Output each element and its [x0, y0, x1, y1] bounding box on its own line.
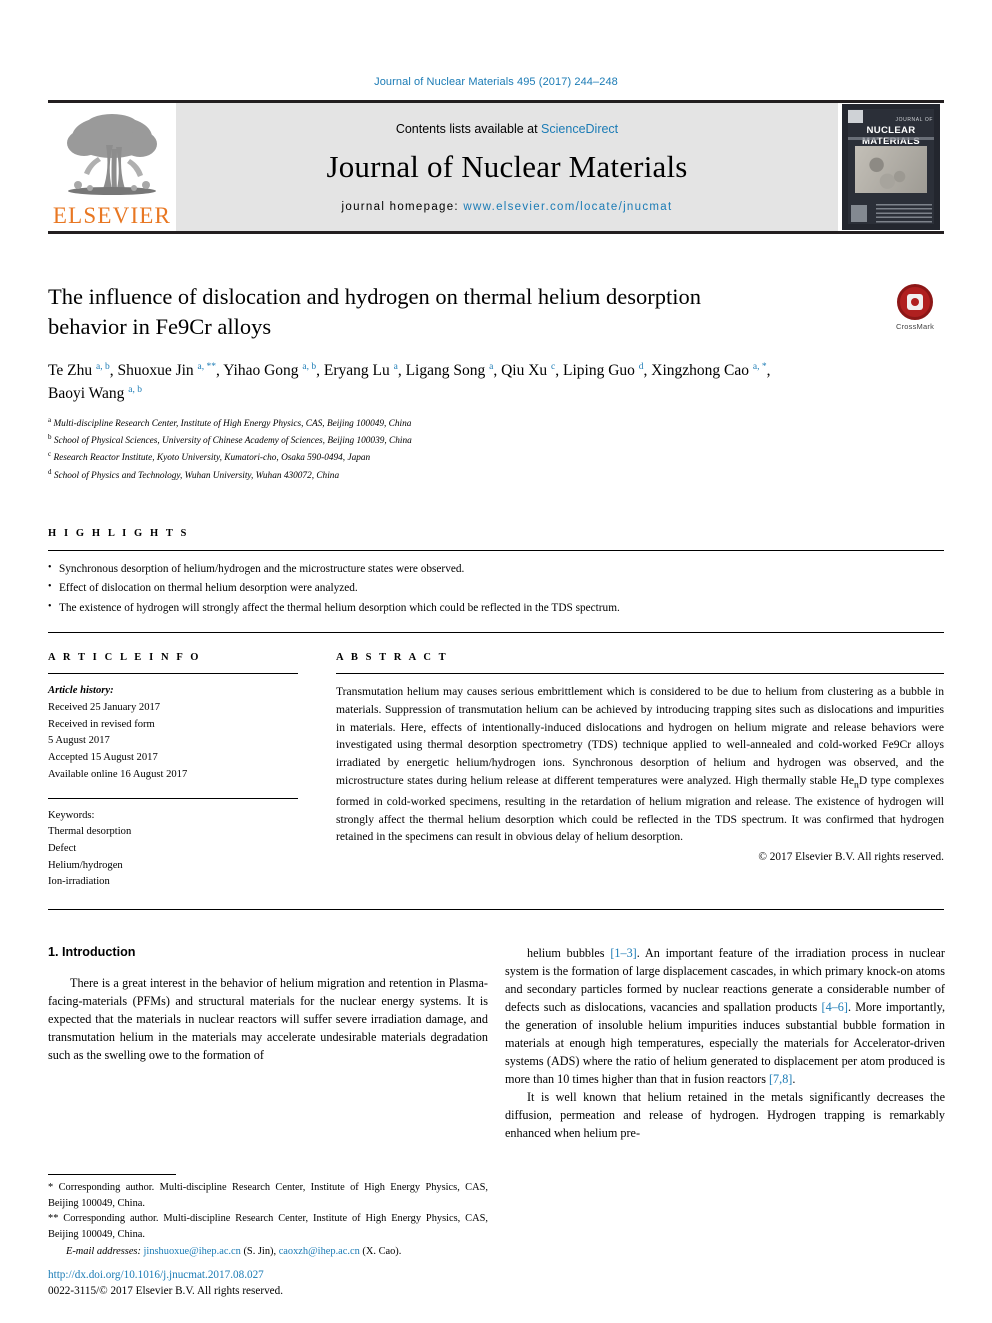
history-line: 5 August 2017 — [48, 735, 110, 747]
affiliation-item: d School of Physics and Technology, Wuha… — [48, 467, 944, 484]
affiliation-marker: c — [48, 450, 52, 459]
contents-prefix: Contents lists available at — [395, 121, 542, 136]
highlights-bottom-rule — [48, 632, 944, 634]
body-column-left: 1. Introduction There is a great interes… — [48, 945, 488, 1142]
article-info-column: A R T I C L E I N F O Article history: R… — [48, 652, 298, 891]
footnote-rule — [48, 1173, 176, 1175]
running-head: Journal of Nuclear Materials 495 (2017) … — [374, 76, 618, 88]
footnote-emails: E-mail addresses: jinshuoxue@ihep.ac.cn … — [48, 1244, 488, 1260]
journal-title: Journal of Nuclear Materials — [326, 148, 688, 184]
affiliation-marker: d — [48, 467, 52, 476]
highlights-heading: H I G H L I G H T S — [48, 527, 189, 539]
body-column-right: helium bubbles [1–3]. An important featu… — [505, 945, 945, 1142]
elsevier-logo: ELSEVIER — [48, 103, 176, 231]
cover-title: NUCLEAR MATERIALS — [862, 125, 920, 147]
highlights-section: H I G H L I G H T S Synchronous desorpti… — [48, 527, 944, 634]
homepage-label: journal homepage: — [341, 200, 464, 213]
paragraph: There is a great interest in the behavio… — [48, 976, 488, 1062]
contents-available-line: Contents lists available at ScienceDirec… — [396, 122, 618, 136]
affiliation-text: Research Reactor Institute, Kyoto Univer… — [53, 453, 371, 464]
crossmark-icon — [897, 284, 933, 320]
affiliation-marker: a — [48, 415, 52, 424]
email-owner-cao: (X. Cao). — [362, 1246, 402, 1258]
journal-cover-thumbnail: JOURNAL OF NUCLEAR MATERIALS — [838, 103, 944, 231]
email-owner-jin: (S. Jin), — [243, 1246, 277, 1258]
affiliation-marker: b — [48, 433, 52, 442]
body-columns: 1. Introduction There is a great interes… — [48, 945, 945, 1142]
doi-link[interactable]: http://dx.doi.org/10.1016/j.jnucmat.2017… — [48, 1268, 283, 1284]
page-title: The influence of dislocation and hydroge… — [48, 284, 701, 339]
section-title-introduction: 1. Introduction — [48, 945, 136, 960]
list-item: Synchronous desorption of helium/hydroge… — [48, 559, 944, 579]
affiliation-item: c Research Reactor Institute, Kyoto Univ… — [48, 449, 944, 466]
cover-footer-text-block — [876, 204, 932, 223]
footnotes-block: * Corresponding author. Multi-discipline… — [48, 1173, 488, 1260]
affiliation-item: b School of Physical Sciences, Universit… — [48, 432, 944, 449]
abstract-text: Transmutation helium may causes serious … — [336, 685, 944, 844]
abstract-bottom-rule — [48, 909, 944, 911]
cover-publisher-logo-icon — [848, 110, 863, 123]
cover-footer-logo-icon — [851, 205, 867, 222]
email-addresses-label: E-mail addresses: — [66, 1246, 141, 1258]
history-line: Accepted 15 August 2017 — [48, 752, 158, 764]
keywords-block: Keywords: Thermal desorption Defect Heli… — [48, 797, 298, 892]
footnote-corresponding-author-1: * Corresponding author. Multi-discipline… — [48, 1181, 488, 1209]
history-line: Received in revised form — [48, 718, 155, 730]
sciencedirect-link[interactable]: ScienceDirect — [541, 122, 618, 136]
article-history-label: Article history: — [48, 685, 114, 697]
masthead-center: Contents lists available at ScienceDirec… — [176, 103, 838, 231]
affiliation-item: a Multi-discipline Research Center, Inst… — [48, 415, 944, 432]
highlights-rule — [48, 549, 944, 551]
affiliation-text: Multi-discipline Research Center, Instit… — [53, 419, 412, 430]
cover-micrograph-image — [855, 146, 927, 193]
keyword-item: Thermal desorption — [48, 826, 132, 838]
article-info-rule — [48, 673, 298, 675]
paragraph: It is well known that helium retained in… — [505, 1089, 945, 1140]
issn-copyright-line: 0022-3115/© 2017 Elsevier B.V. All right… — [48, 1285, 284, 1298]
elsevier-wordmark: ELSEVIER — [52, 203, 172, 228]
cover-kicker: JOURNAL OF — [895, 117, 933, 123]
footnote-corresponding-author-2: ** Corresponding author. Multi-disciplin… — [48, 1213, 488, 1240]
keyword-item: Helium/hydrogen — [48, 859, 123, 871]
affiliation-text: School of Physics and Technology, Wuhan … — [53, 470, 340, 481]
email-link-jin[interactable]: jinshuoxue@ihep.ac.cn — [144, 1246, 241, 1257]
abstract-rule — [336, 673, 944, 675]
paper-page: Journal of Nuclear Materials 495 (2017) … — [0, 0, 992, 1323]
abstract-heading: A B S T R A C T — [336, 652, 449, 664]
list-item: Effect of dislocation on thermal helium … — [48, 578, 944, 598]
journal-masthead: ELSEVIER Contents lists available at Sci… — [48, 100, 944, 231]
history-line: Available online 16 August 2017 — [48, 768, 188, 780]
elsevier-tree-icon — [60, 111, 164, 203]
paragraph: helium bubbles [1–3]. An important featu… — [505, 946, 945, 1086]
abstract-copyright: © 2017 Elsevier B.V. All rights reserved… — [758, 851, 944, 864]
keyword-item: Defect — [48, 843, 77, 855]
keywords-label: Keywords: — [48, 809, 95, 821]
journal-homepage-line: journal homepage: www.elsevier.com/locat… — [342, 201, 673, 213]
crossmark-badge[interactable]: CrossMark — [886, 284, 944, 331]
info-abstract-row: A R T I C L E I N F O Article history: R… — [48, 652, 944, 891]
author-list: Te Zhu a, b, Shuoxue Jin a, **, Yihao Go… — [48, 361, 771, 403]
article-info-heading: A R T I C L E I N F O — [48, 652, 202, 664]
history-line: Received 25 January 2017 — [48, 701, 161, 713]
masthead-bottom-rule — [48, 231, 944, 234]
title-row: The influence of dislocation and hydroge… — [48, 282, 944, 342]
affiliation-text: School of Physical Sciences, University … — [53, 436, 412, 447]
homepage-url-link[interactable]: www.elsevier.com/locate/jnucmat — [463, 201, 672, 213]
crossmark-label: CrossMark — [895, 322, 935, 331]
abstract-column: A B S T R A C T Transmutation helium may… — [336, 652, 944, 891]
affiliation-list: a Multi-discipline Research Center, Inst… — [48, 415, 944, 484]
list-item: The existence of hydrogen will strongly … — [48, 598, 944, 618]
article-history-block: Article history: Received 25 January 201… — [48, 683, 298, 783]
keyword-item: Ion-irradiation — [48, 876, 110, 888]
email-link-cao[interactable]: caoxzh@ihep.ac.cn — [279, 1246, 360, 1257]
doi-block: http://dx.doi.org/10.1016/j.jnucmat.2017… — [48, 1268, 283, 1300]
highlights-list: Synchronous desorption of helium/hydroge… — [48, 559, 944, 618]
